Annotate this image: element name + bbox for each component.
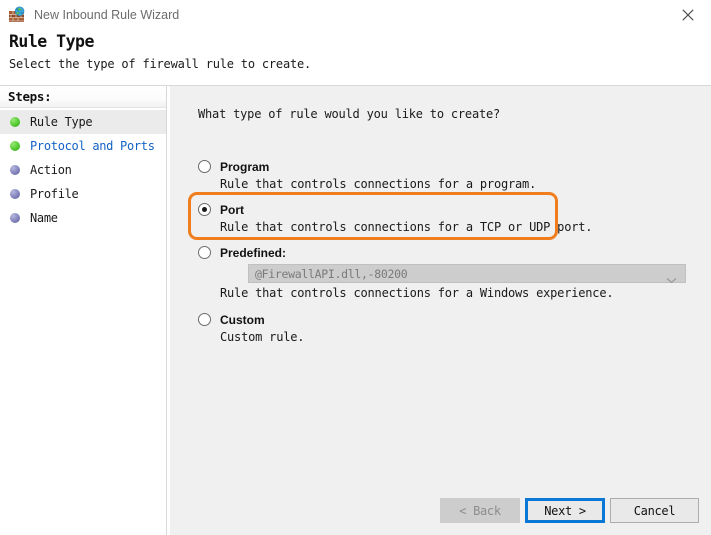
firewall-wall-globe-icon [8, 6, 26, 24]
option-port-description: Rule that controls connections for a TCP… [220, 220, 668, 234]
back-button[interactable]: < Back [440, 498, 520, 523]
sidebar-item-rule-type[interactable]: Rule Type [0, 110, 166, 134]
step-bullet-icon [10, 117, 20, 127]
option-port[interactable]: Port Rule that controls connections for … [198, 201, 668, 234]
sidebar-divider [166, 86, 167, 535]
sidebar-item-action[interactable]: Action [0, 158, 166, 182]
step-bullet-icon [10, 189, 20, 199]
sidebar-item-label: Action [30, 163, 72, 177]
page-subtitle: Select the type of firewall rule to crea… [9, 57, 311, 71]
option-custom-header[interactable]: Custom [198, 311, 668, 328]
footer-buttons: < Back Next > Cancel [170, 498, 711, 535]
step-bullet-icon [10, 213, 20, 223]
radio-custom[interactable] [198, 313, 211, 326]
content-panel: What type of rule would you like to crea… [170, 86, 711, 535]
predefined-dropdown[interactable]: @FirewallAPI.dll,-80200 [248, 264, 686, 283]
predefined-dropdown-value: @FirewallAPI.dll,-80200 [255, 267, 407, 281]
sidebar-item-name[interactable]: Name [0, 206, 166, 230]
steps-sidebar: Steps: Rule Type Protocol and Ports Acti… [0, 86, 166, 535]
option-port-header[interactable]: Port [198, 201, 668, 218]
sidebar-item-label: Name [30, 211, 58, 225]
close-icon[interactable] [665, 0, 711, 30]
sidebar-item-label: Protocol and Ports [30, 139, 155, 153]
option-custom-title: Custom [220, 313, 265, 327]
option-predefined-description: Rule that controls connections for a Win… [220, 286, 668, 300]
cancel-button[interactable]: Cancel [610, 498, 699, 523]
title-bar: New Inbound Rule Wizard [0, 0, 711, 30]
option-port-title: Port [220, 203, 244, 217]
option-predefined-header[interactable]: Predefined: [198, 244, 668, 261]
question-label: What type of rule would you like to crea… [198, 107, 500, 121]
radio-predefined[interactable] [198, 246, 211, 259]
option-program-header[interactable]: Program [198, 158, 668, 175]
option-program[interactable]: Program Rule that controls connections f… [198, 158, 668, 191]
page-title: Rule Type [9, 32, 94, 51]
sidebar-item-label: Rule Type [30, 115, 92, 129]
option-program-description: Rule that controls connections for a pro… [220, 177, 668, 191]
predefined-combo-wrap: @FirewallAPI.dll,-80200 [198, 264, 668, 285]
option-predefined-title: Predefined: [220, 246, 286, 260]
next-button[interactable]: Next > [525, 498, 605, 523]
steps-heading: Steps: [0, 86, 166, 108]
window-title: New Inbound Rule Wizard [34, 8, 179, 22]
sidebar-item-protocol-and-ports[interactable]: Protocol and Ports [0, 134, 166, 158]
option-custom[interactable]: Custom Custom rule. [198, 311, 668, 344]
sidebar-item-label: Profile [30, 187, 78, 201]
radio-program[interactable] [198, 160, 211, 173]
steps-heading-label: Steps: [8, 89, 51, 104]
page-header: Rule Type Select the type of firewall ru… [0, 30, 711, 85]
step-bullet-icon [10, 141, 20, 151]
chevron-down-icon [666, 269, 677, 288]
step-bullet-icon [10, 165, 20, 175]
wizard-window: New Inbound Rule Wizard Rule Type Select… [0, 0, 711, 535]
radio-port[interactable] [198, 203, 211, 216]
option-predefined[interactable]: Predefined: @FirewallAPI.dll,-80200 Rule… [198, 244, 668, 300]
option-custom-description: Custom rule. [220, 330, 668, 344]
sidebar-item-profile[interactable]: Profile [0, 182, 166, 206]
option-program-title: Program [220, 160, 269, 174]
